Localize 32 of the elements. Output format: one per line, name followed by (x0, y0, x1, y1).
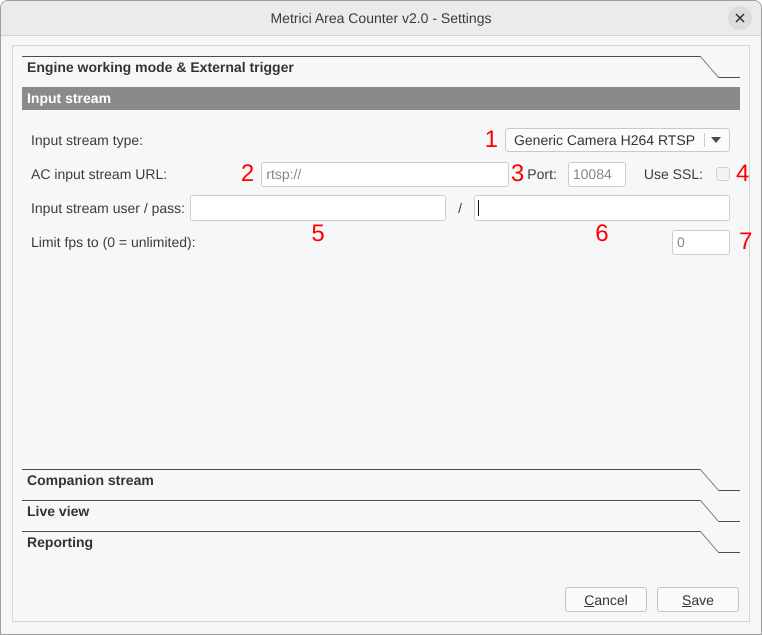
close-button[interactable] (728, 6, 752, 30)
section-header[interactable]: Live view (22, 500, 740, 522)
annotation-number: 4 (736, 161, 750, 187)
field-label: Input stream user / pass: (31, 200, 186, 216)
section-header[interactable]: Engine working mode & External trigger (22, 56, 740, 78)
field-label: Port: (527, 166, 557, 182)
section-header[interactable]: Companion stream (22, 469, 740, 491)
save-button[interactable]: Save (657, 587, 739, 612)
window-title: Metrici Area Counter v2.0 - Settings (270, 10, 492, 26)
annotation-number: 3 (510, 161, 524, 187)
field-label: Input stream type: (31, 132, 144, 148)
cancel-button[interactable]: Cancel (565, 587, 647, 612)
field-label: Limit fps to (0 = unlimited): (31, 234, 196, 250)
stream-type-dropdown[interactable]: Generic Camera H264 RTSP (505, 128, 730, 152)
password-field[interactable] (474, 195, 730, 221)
annotation-number: 1 (484, 127, 498, 153)
field-label: AC input stream URL: (31, 166, 168, 182)
section-header[interactable]: Reporting (22, 531, 740, 553)
text-cursor-icon (478, 200, 479, 216)
ssl-checkbox[interactable] (716, 167, 730, 181)
slash-separator: / (458, 200, 462, 216)
port-field[interactable]: 10084 (568, 162, 626, 186)
fps-limit-field[interactable]: 0 (672, 230, 730, 254)
caret-down-icon (711, 137, 721, 143)
annotation-number: 6 (595, 221, 609, 247)
annotation-number: 5 (311, 221, 325, 247)
annotation-number: 7 (739, 229, 752, 255)
annotation-number: 2 (240, 161, 254, 187)
close-icon (735, 13, 745, 23)
field-label: Use SSL: (644, 166, 703, 182)
url-field[interactable]: rtsp:// (261, 162, 510, 186)
username-field[interactable] (190, 195, 446, 221)
